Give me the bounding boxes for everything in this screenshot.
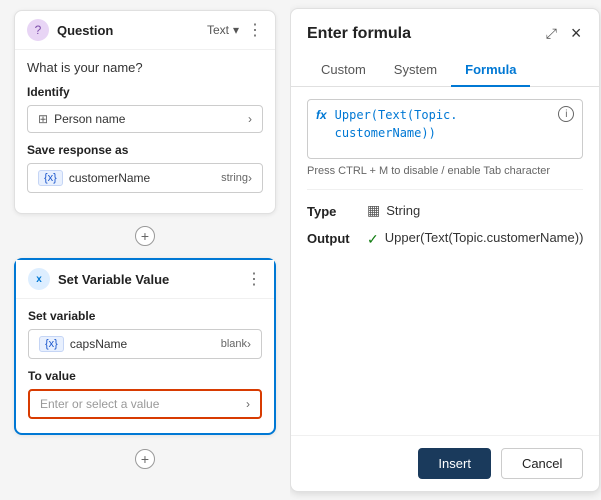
caps-name-var: capsName bbox=[70, 337, 221, 351]
question-icon: ? bbox=[27, 19, 49, 41]
type-label: Type bbox=[307, 202, 367, 219]
formula-title: Enter formula bbox=[307, 25, 411, 43]
set-variable-card-header: x Set Variable Value ⋮ bbox=[16, 260, 274, 299]
to-value-label: To value bbox=[28, 369, 262, 383]
caps-name-badge: {x} bbox=[39, 336, 64, 352]
add-step-button-1[interactable]: + bbox=[135, 226, 155, 246]
formula-footer: Insert Cancel bbox=[291, 435, 599, 491]
set-variable-field[interactable]: {x} capsName blank › bbox=[28, 329, 262, 359]
set-variable-card-body: Set variable {x} capsName blank › To val… bbox=[16, 299, 274, 433]
to-value-placeholder: Enter or select a value bbox=[40, 397, 159, 411]
hint-text: Press CTRL + M to disable / enable Tab c… bbox=[307, 165, 583, 177]
question-text: What is your name? bbox=[27, 60, 263, 75]
cancel-button[interactable]: Cancel bbox=[501, 448, 583, 479]
save-response-field[interactable]: {x} customerName string › bbox=[27, 163, 263, 193]
blank-badge: blank bbox=[221, 338, 247, 350]
identify-value: Person name bbox=[54, 112, 248, 126]
identify-chevron-icon: › bbox=[248, 112, 252, 126]
output-label: Output bbox=[307, 229, 367, 246]
string-type-icon: ▦ bbox=[367, 202, 380, 219]
type-string: String bbox=[386, 203, 420, 218]
formula-body: fx Upper(Text(Topic. customerName)) i Pr… bbox=[291, 87, 599, 435]
info-icon[interactable]: i bbox=[558, 106, 574, 122]
formula-actions: ⤢ × bbox=[544, 21, 584, 46]
set-variable-icon: x bbox=[28, 268, 50, 290]
save-response-label: Save response as bbox=[27, 143, 263, 157]
to-value-chevron-icon: › bbox=[246, 397, 250, 411]
type-row: Type ▦ String bbox=[307, 202, 583, 219]
set-variable-card: x Set Variable Value ⋮ Set variable {x} … bbox=[14, 258, 276, 435]
save-response-chevron-icon: › bbox=[248, 171, 252, 185]
set-variable-label: Set variable bbox=[28, 309, 262, 323]
insert-button[interactable]: Insert bbox=[418, 448, 491, 479]
type-value: ▦ String bbox=[367, 202, 420, 219]
tab-custom[interactable]: Custom bbox=[307, 54, 380, 87]
success-icon: ✓ bbox=[367, 231, 379, 248]
output-row: Output ✓ Upper(Text(Topic.customerName)) bbox=[307, 229, 583, 248]
formula-input-area[interactable]: fx Upper(Text(Topic. customerName)) i bbox=[307, 99, 583, 159]
output-content: ✓ Upper(Text(Topic.customerName)) bbox=[367, 229, 583, 248]
connector-2: + bbox=[0, 445, 290, 473]
set-variable-menu-icon[interactable]: ⋮ bbox=[246, 269, 262, 289]
connector-1: + bbox=[0, 224, 290, 248]
type-output-section: Type ▦ String Output ✓ Upper(Text(Topic.… bbox=[307, 189, 583, 248]
string-type-badge: string bbox=[221, 172, 248, 184]
question-card-title: Question bbox=[57, 23, 207, 38]
formula-tabs: Custom System Formula bbox=[291, 54, 599, 87]
question-type-selector[interactable]: Text ▾ bbox=[207, 23, 239, 37]
tab-formula[interactable]: Formula bbox=[451, 54, 530, 87]
question-card-header: ? Question Text ▾ ⋮ bbox=[15, 11, 275, 50]
identify-field[interactable]: ⊞ Person name › bbox=[27, 105, 263, 133]
customer-name-var: customerName bbox=[69, 171, 221, 185]
close-button[interactable]: × bbox=[569, 21, 584, 46]
fx-label: fx bbox=[316, 106, 327, 122]
set-variable-card-title: Set Variable Value bbox=[58, 272, 238, 287]
formula-header: Enter formula ⤢ × bbox=[291, 9, 599, 46]
identify-label: Identify bbox=[27, 85, 263, 99]
person-icon: ⊞ bbox=[38, 112, 48, 126]
add-step-button-2[interactable]: + bbox=[135, 449, 155, 469]
tab-system[interactable]: System bbox=[380, 54, 451, 87]
formula-panel: Enter formula ⤢ × Custom System Formula … bbox=[290, 8, 600, 492]
expand-button[interactable]: ⤢ bbox=[544, 21, 559, 46]
set-var-chevron-icon: › bbox=[247, 337, 251, 351]
var-badge: {x} bbox=[38, 170, 63, 186]
chevron-down-icon: ▾ bbox=[233, 23, 239, 37]
to-value-input[interactable]: Enter or select a value › bbox=[28, 389, 262, 419]
question-menu-icon[interactable]: ⋮ bbox=[247, 20, 263, 40]
question-type-label: Text bbox=[207, 23, 229, 37]
formula-text[interactable]: Upper(Text(Topic. customerName)) bbox=[335, 106, 553, 142]
question-card-body: What is your name? Identify ⊞ Person nam… bbox=[15, 50, 275, 213]
question-card: ? Question Text ▾ ⋮ What is your name? I… bbox=[14, 10, 276, 214]
output-text: Upper(Text(Topic.customerName)) bbox=[385, 229, 584, 247]
